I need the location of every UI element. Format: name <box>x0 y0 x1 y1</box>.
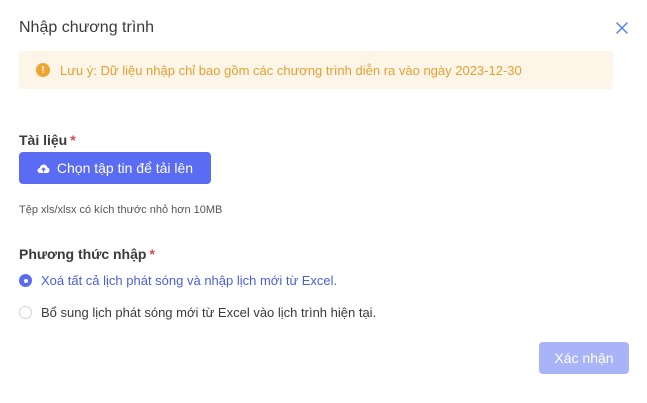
radio-checked[interactable] <box>19 274 32 287</box>
import-program-dialog: Nhập chương trình ! Lưu ý: Dữ liệu nhập … <box>0 0 647 403</box>
cloud-upload-icon <box>37 164 50 173</box>
radio-option-replace[interactable]: Xoá tất cả lịch phát sóng và nhập lịch m… <box>19 273 337 288</box>
file-hint: Tệp xls/xlsx có kích thước nhỏ hơn 10MB <box>19 204 223 216</box>
warning-icon: ! <box>36 63 50 77</box>
import-method-label-text: Phương thức nhập <box>19 246 147 262</box>
confirm-button[interactable]: Xác nhận <box>539 342 629 374</box>
required-mark: * <box>149 246 155 262</box>
upload-button-label: Chọn tập tin để tải lên <box>56 160 194 176</box>
info-alert: ! Lưu ý: Dữ liệu nhập chỉ bao gồm các ch… <box>19 51 613 89</box>
radio-option-append[interactable]: Bổ sung lịch phát sóng mới từ Excel vào … <box>19 305 376 320</box>
document-label-text: Tài liệu <box>19 132 68 148</box>
upload-file-button[interactable]: Chọn tập tin để tải lên <box>19 152 211 184</box>
close-icon[interactable] <box>613 19 631 37</box>
import-method-label: Phương thức nhập * <box>19 246 155 262</box>
radio-unchecked[interactable] <box>19 306 32 319</box>
radio-option-label: Bổ sung lịch phát sóng mới từ Excel vào … <box>41 305 377 320</box>
document-label: Tài liệu * <box>19 132 76 148</box>
alert-text: Lưu ý: Dữ liệu nhập chỉ bao gồm các chươ… <box>60 62 522 78</box>
required-mark: * <box>70 132 76 148</box>
radio-option-label: Xoá tất cả lịch phát sóng và nhập lịch m… <box>41 273 338 288</box>
dialog-title: Nhập chương trình <box>19 19 155 36</box>
